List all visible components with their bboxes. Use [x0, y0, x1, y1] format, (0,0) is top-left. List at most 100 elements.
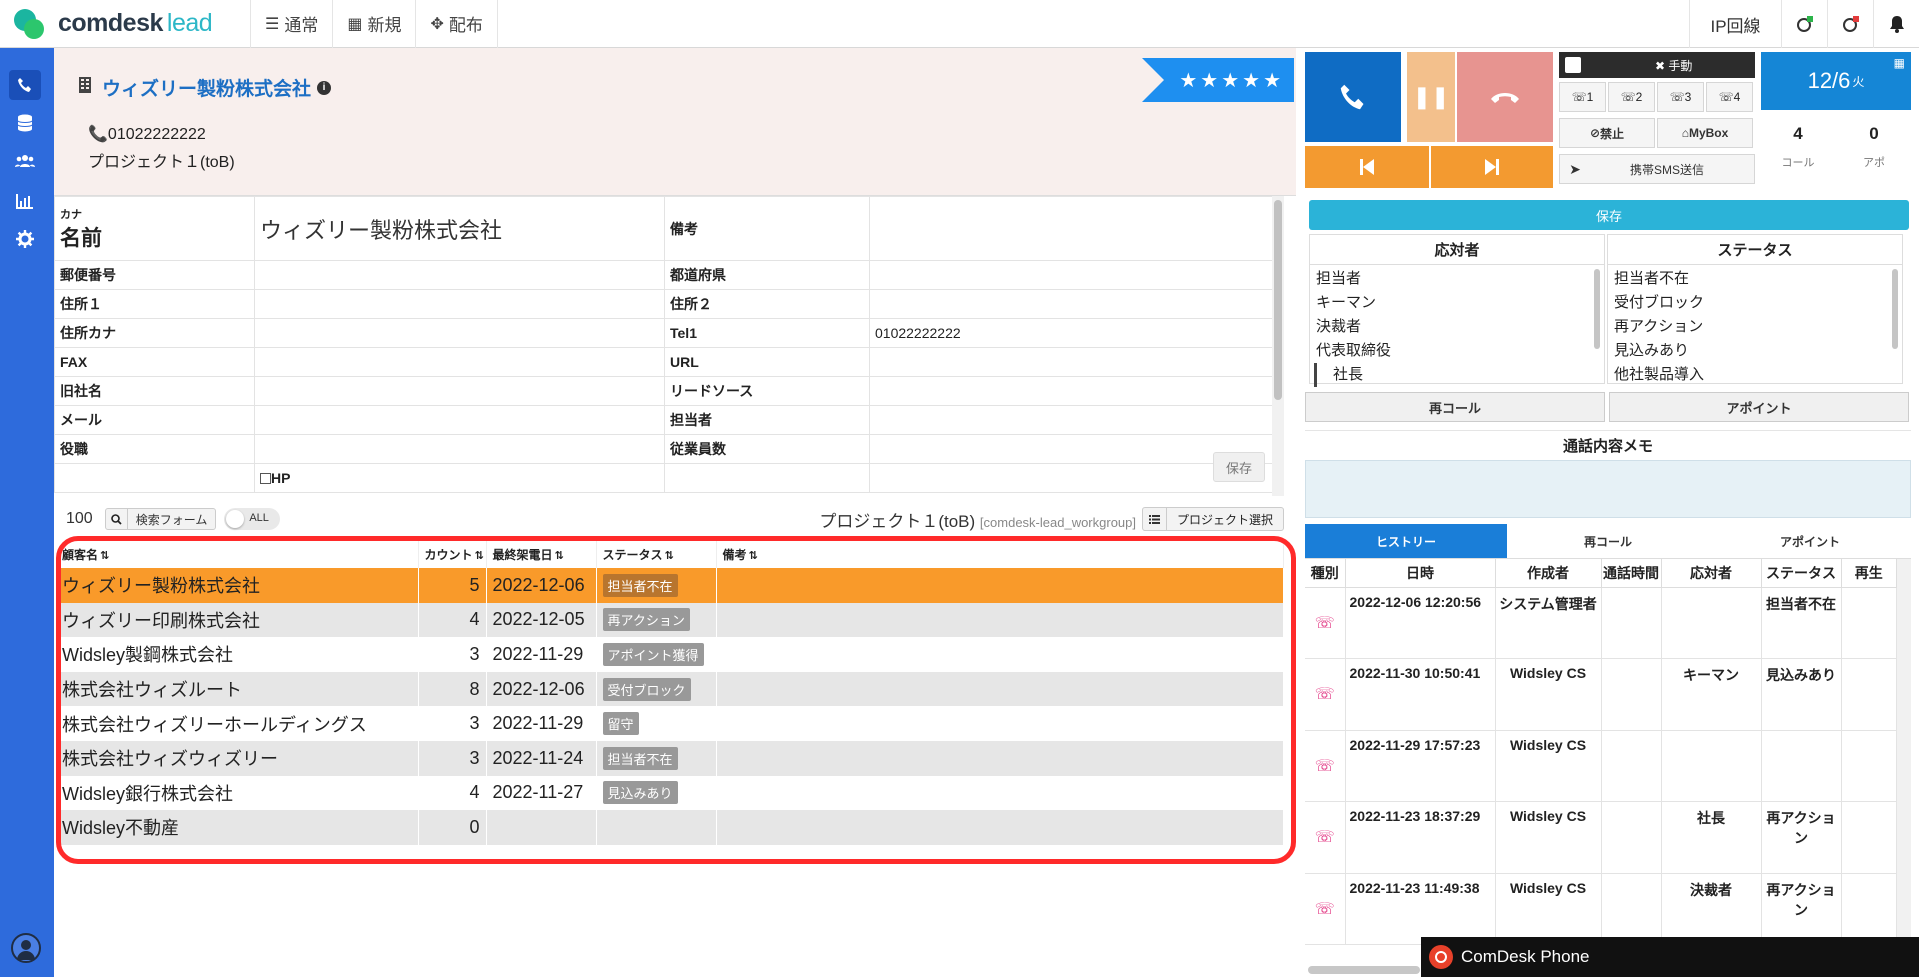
col-status: ステータス [1761, 559, 1842, 588]
call-memo-textarea[interactable] [1305, 460, 1911, 518]
send-icon: ➤ [1569, 160, 1581, 177]
comdesk-phone-widget[interactable]: ComDesk Phone [1421, 937, 1919, 977]
company-header: ウィズリー製粉株式会社 i 📞01022222222 プロジェクト１(toB) … [54, 48, 1296, 196]
form-field[interactable] [254, 405, 665, 435]
pause-button[interactable]: ❚❚ [1407, 52, 1455, 142]
tab-appoint[interactable]: アポイント [1709, 524, 1911, 558]
chart-icon[interactable] [9, 186, 41, 216]
line-4-button[interactable]: ☏ 4 [1706, 82, 1753, 112]
form-field[interactable] [254, 260, 665, 290]
form-field[interactable] [869, 376, 1284, 406]
manual-checkbox[interactable] [1565, 57, 1581, 73]
bell-icon[interactable] [1873, 0, 1919, 48]
history-row[interactable]: ☏ 2022-12-06 12:20:56 システム管理者 担当者不在 [1305, 587, 1897, 659]
ban-button[interactable]: ⊘ 禁止 [1559, 118, 1655, 148]
form-label: 担当者 [664, 405, 870, 435]
history-row[interactable]: ☏ 2022-11-23 18:37:29 Widsley CS 社長 再アクシ… [1305, 801, 1897, 874]
status-option[interactable]: 見込みあり [1614, 339, 1896, 363]
hangup-button[interactable] [1457, 52, 1553, 142]
responder-scrollbar[interactable] [1594, 269, 1600, 349]
status-option[interactable]: 再アクション [1614, 315, 1896, 339]
form-field[interactable] [254, 347, 665, 377]
appoint-button[interactable]: アポイント [1609, 392, 1909, 422]
list-count[interactable]: 100 [66, 510, 93, 528]
form-field[interactable] [869, 260, 1284, 290]
database-icon[interactable] [9, 108, 41, 138]
gear-icon[interactable] [9, 224, 41, 254]
responder-option[interactable]: 担当者 [1316, 267, 1598, 291]
form-scrollbar[interactable] [1272, 196, 1284, 496]
previous-button[interactable] [1305, 146, 1429, 188]
history-row[interactable]: ☏ 2022-11-23 11:49:38 Widsley CS 決裁者 再アク… [1305, 873, 1897, 945]
company-project: プロジェクト１(toB) [88, 154, 235, 171]
line-2-button[interactable]: ☏ 2 [1608, 82, 1655, 112]
call-button[interactable] [1305, 52, 1401, 142]
account-avatar-icon[interactable] [11, 933, 41, 963]
status-green-icon[interactable] [1781, 0, 1827, 48]
comdesk-phone-label: ComDesk Phone [1461, 947, 1590, 966]
status-red-icon[interactable] [1827, 0, 1873, 48]
mybox-button[interactable]: ⌂ MyBox [1657, 118, 1753, 148]
responder-title: 応対者 [1310, 235, 1604, 265]
users-icon[interactable] [9, 146, 41, 176]
kana-label: カナ [60, 208, 82, 221]
next-button[interactable] [1431, 146, 1553, 188]
company-name[interactable]: ウィズリー製粉株式会社 [102, 74, 311, 101]
status-option[interactable]: 他社製品導入 [1614, 363, 1896, 387]
rating-stars[interactable]: ★★★★★ [1142, 58, 1294, 102]
brand-logo[interactable]: comdesk lead [0, 7, 250, 41]
appt-count-label: アポ [1863, 157, 1885, 169]
list-icon [1143, 508, 1167, 530]
ip-line-button[interactable]: IP回線 [1689, 0, 1781, 48]
nav-normal[interactable]: ☰ 通常 [250, 0, 332, 48]
calendar-icon[interactable]: ▦ [1894, 56, 1905, 70]
tel1-field[interactable]: 01022222222 [869, 318, 1284, 348]
search-form-button[interactable]: 検索フォーム [104, 508, 217, 530]
history-scrollbar[interactable] [1897, 559, 1911, 977]
responder-option[interactable]: 社長 [1314, 363, 1598, 387]
responder-option[interactable]: 代表取締役 [1316, 339, 1598, 363]
history-row[interactable]: ☏ 2022-11-30 10:50:41 Widsley CS キーマン 見込… [1305, 658, 1897, 731]
outgoing-call-icon: ☏ [1305, 873, 1346, 945]
form-field[interactable] [254, 434, 665, 464]
nav-distribute[interactable]: ✥ 配布 [415, 0, 498, 48]
all-toggle[interactable]: ALL [224, 508, 281, 530]
phone-icon[interactable] [9, 70, 41, 100]
call-save-button[interactable]: 保存 [1309, 200, 1909, 230]
status-option[interactable]: 受付ブロック [1614, 291, 1896, 315]
manual-mode-toggle[interactable]: ✖ 手動 [1559, 52, 1755, 78]
form-field[interactable] [869, 405, 1284, 435]
form-field[interactable] [254, 376, 665, 406]
comdesk-logo-icon [14, 7, 48, 41]
form-field[interactable] [869, 289, 1284, 319]
responder-select[interactable]: 応対者 担当者 キーマン 決裁者 代表取締役 社長 [1309, 234, 1605, 387]
info-icon[interactable]: i [317, 80, 332, 95]
company-phone-number: 01022222222 [107, 126, 206, 143]
hp-checkbox[interactable] [260, 473, 271, 484]
form-label: 従業員数 [664, 434, 870, 464]
form-field[interactable] [254, 318, 665, 348]
status-scrollbar[interactable] [1892, 269, 1898, 349]
line-1-button[interactable]: ☏ 1 [1559, 82, 1606, 112]
form-save-button[interactable]: 保存 [1213, 452, 1265, 482]
line-3-button[interactable]: ☏ 3 [1657, 82, 1704, 112]
nav-new[interactable]: ▦ 新規 [332, 0, 415, 48]
form-field[interactable] [254, 289, 665, 319]
history-row[interactable]: ☏ 2022-11-29 17:57:23 Widsley CS [1305, 730, 1897, 802]
form-field[interactable] [869, 347, 1284, 377]
remarks-field[interactable] [869, 196, 1284, 261]
recall-button[interactable]: 再コール [1305, 392, 1605, 422]
tab-recall[interactable]: 再コール [1507, 524, 1709, 558]
responder-option[interactable]: 決裁者 [1316, 315, 1598, 339]
tab-history[interactable]: ヒストリー [1305, 524, 1507, 558]
top-bar: comdesk lead ☰ 通常 ▦ 新規 ✥ 配布 IP回線 [0, 0, 1919, 48]
horizontal-scrollbar[interactable] [1308, 966, 1420, 974]
project-select-button[interactable]: プロジェクト選択 [1141, 507, 1284, 531]
sms-send-button[interactable]: ➤ 携帯SMS送信 [1559, 154, 1755, 184]
status-option[interactable]: 担当者不在 [1614, 267, 1896, 291]
responder-option[interactable]: キーマン [1316, 291, 1598, 315]
status-select[interactable]: ステータス 担当者不在 受付ブロック 再アクション 見込みあり 他社製品導入 [1607, 234, 1903, 384]
name-field[interactable]: ウィズリー製粉株式会社 [254, 196, 665, 261]
hp-checkbox-row[interactable]: HP [254, 463, 665, 493]
status-title: ステータス [1608, 235, 1902, 265]
